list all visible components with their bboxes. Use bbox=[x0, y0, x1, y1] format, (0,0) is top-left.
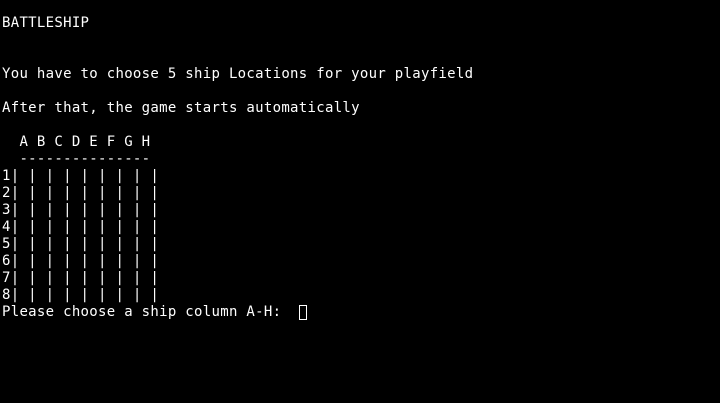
board-row-3: 3| | | | | | | | | bbox=[2, 202, 160, 218]
board-row-2: 2| | | | | | | | | bbox=[2, 185, 160, 201]
board-row-4: 4| | | | | | | | | bbox=[2, 219, 160, 235]
board-row-8: 8| | | | | | | | | bbox=[2, 287, 160, 303]
board-divider: --------------- bbox=[2, 151, 151, 167]
board-row-5: 5| | | | | | | | | bbox=[2, 236, 160, 252]
board-row-6: 6| | | | | | | | | bbox=[2, 253, 160, 269]
board-row-7: 7| | | | | | | | | bbox=[2, 270, 160, 286]
game-title: BATTLESHIP bbox=[2, 15, 90, 31]
instructions-line-1: You have to choose 5 ship Locations for … bbox=[2, 66, 474, 82]
board-row-1: 1| | | | | | | | | bbox=[2, 168, 160, 184]
terminal-window[interactable]: BATTLESHIP You have to choose 5 ship Loc… bbox=[2, 15, 718, 401]
instructions-line-2: After that, the game starts automaticall… bbox=[2, 100, 360, 116]
input-cursor[interactable] bbox=[299, 305, 307, 320]
column-prompt: Please choose a ship column A-H: bbox=[2, 304, 291, 320]
board-column-header: A B C D E F G H bbox=[2, 134, 151, 150]
